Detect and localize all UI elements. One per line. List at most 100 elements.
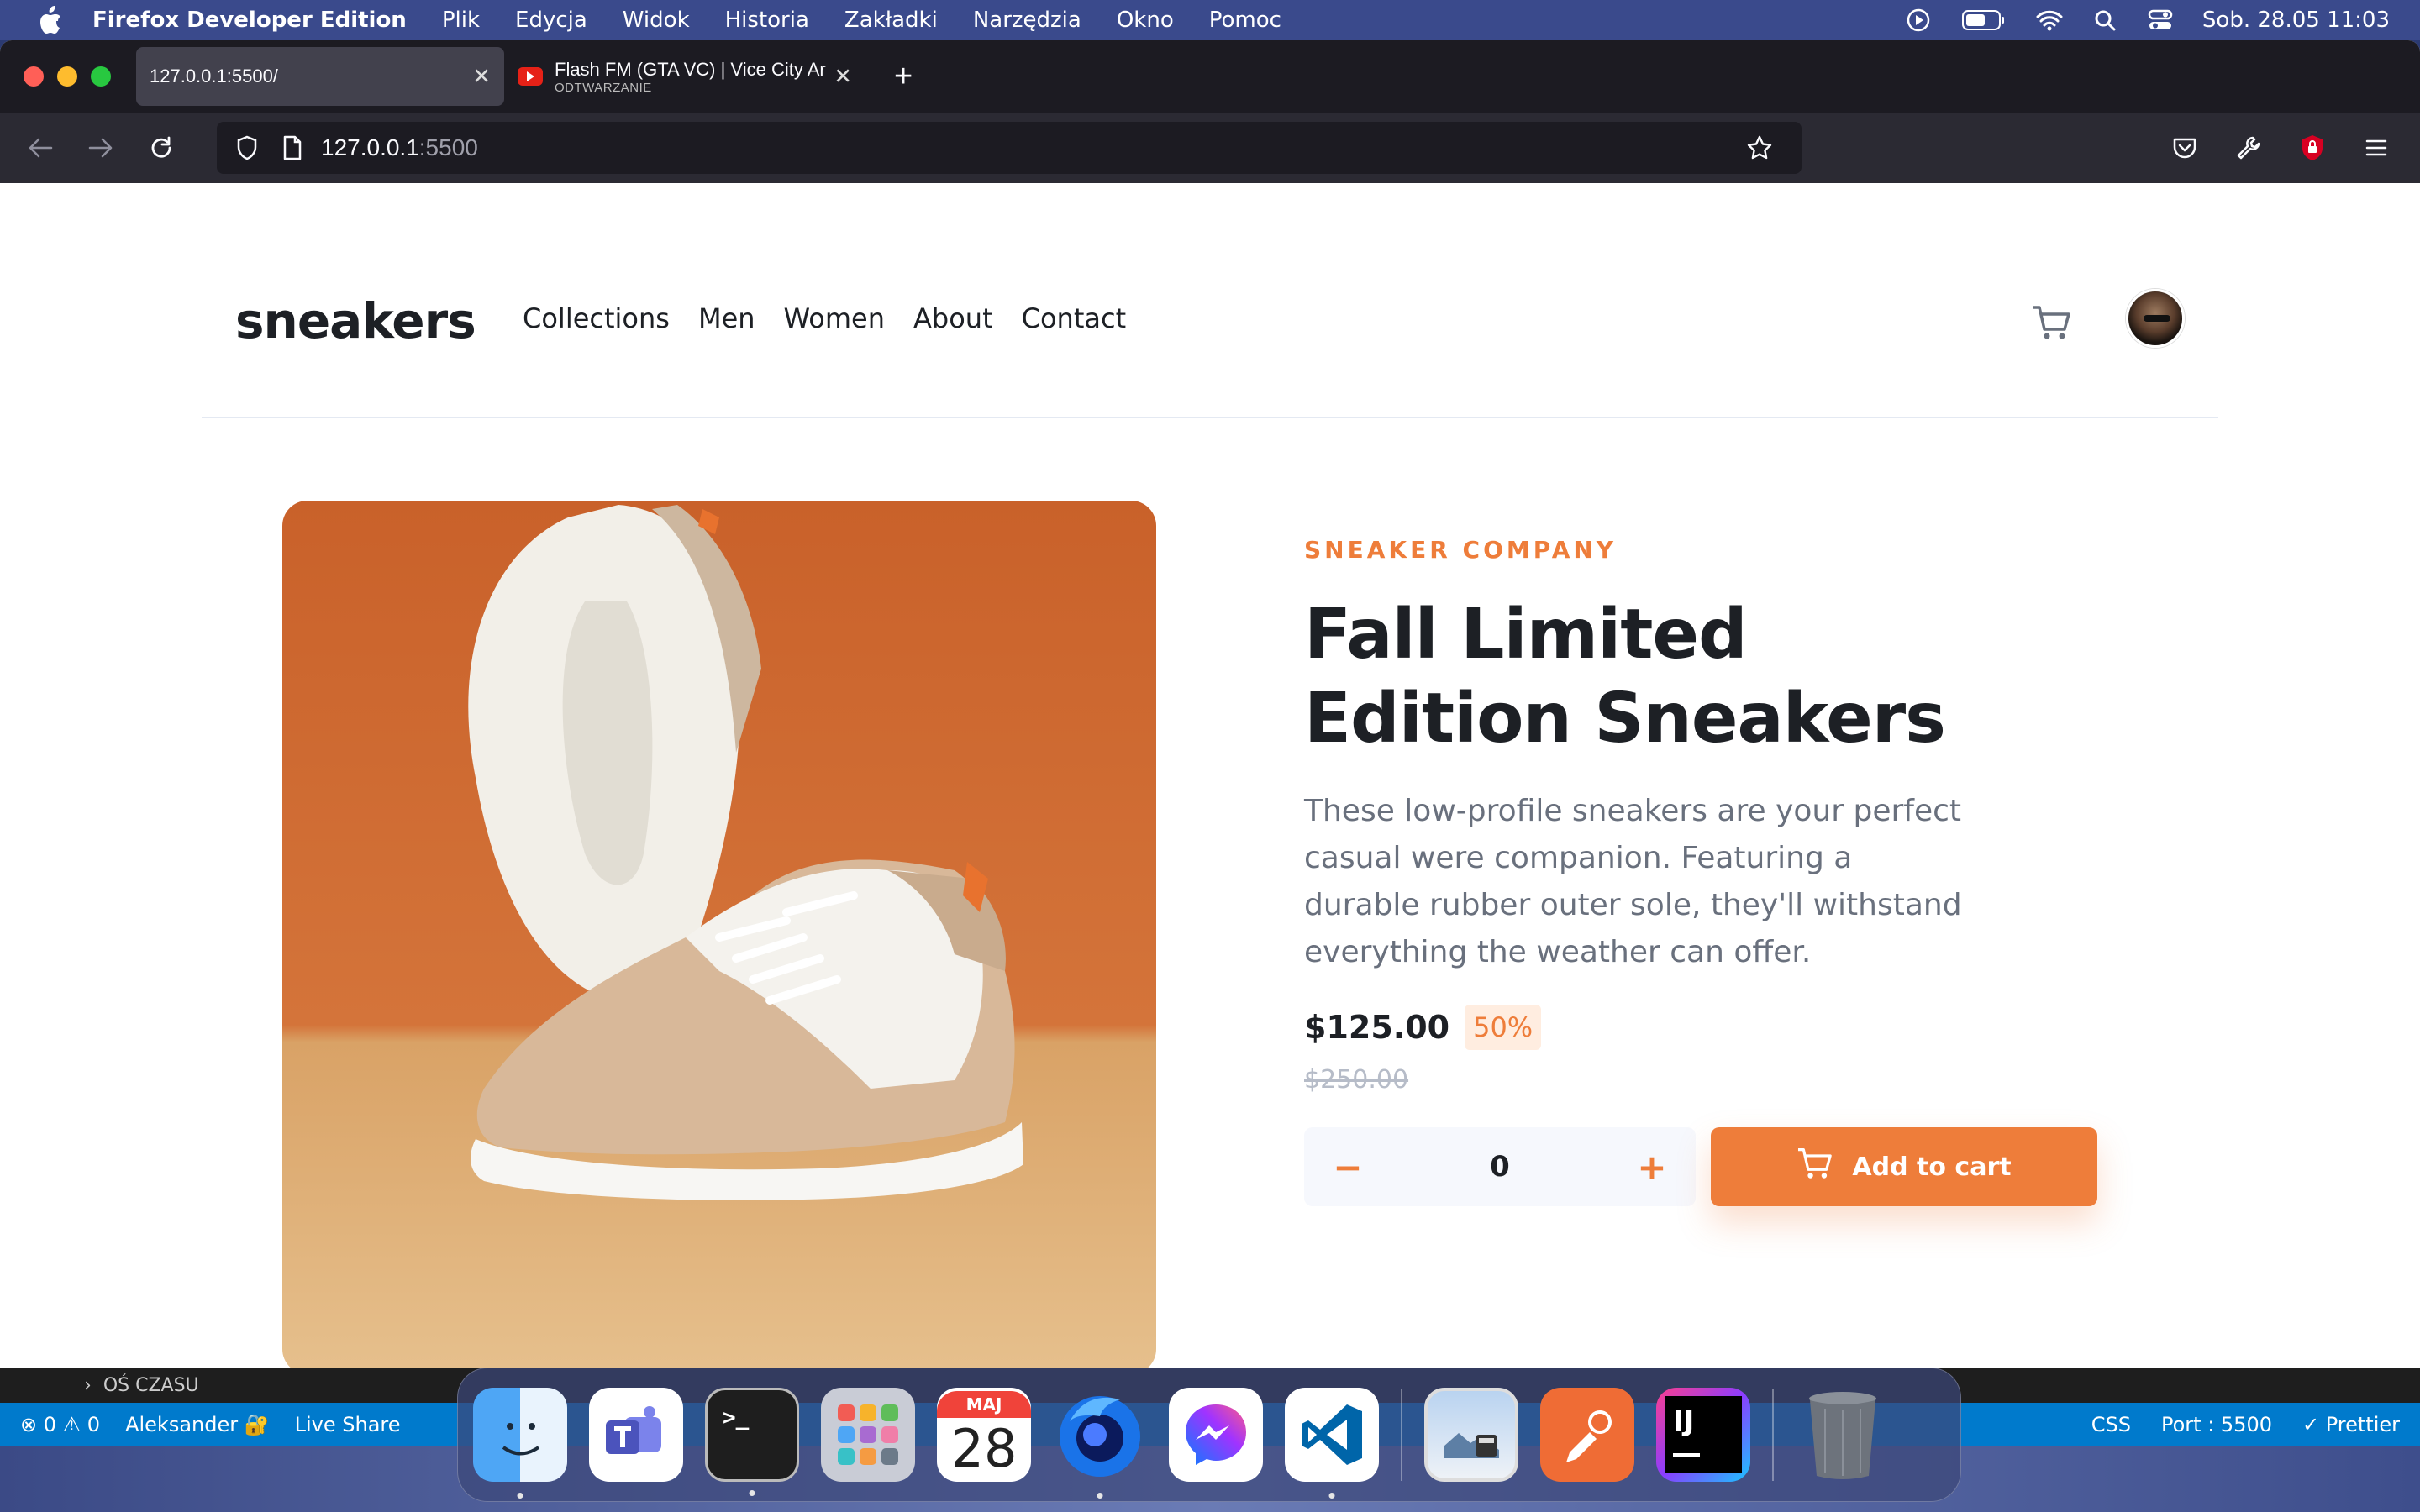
user-avatar[interactable] bbox=[2126, 289, 2185, 348]
product-title: Fall Limited Edition Sneakers bbox=[1304, 595, 1946, 759]
play-icon[interactable] bbox=[1905, 7, 1932, 34]
new-tab-button[interactable]: + bbox=[894, 59, 913, 95]
terminal-icon[interactable]: >_ bbox=[705, 1388, 799, 1496]
menu-edycja[interactable]: Edycja bbox=[515, 8, 587, 33]
postman-icon[interactable] bbox=[1540, 1388, 1634, 1482]
tab-title: Flash FM (GTA VC) | Vice City Ar bbox=[555, 58, 826, 80]
site-logo[interactable]: sneakers bbox=[235, 292, 476, 349]
minimize-window-button[interactable] bbox=[57, 66, 77, 87]
teams-icon[interactable] bbox=[589, 1388, 683, 1482]
url-bar[interactable]: 127.0.0.1:5500 bbox=[217, 122, 1802, 174]
terminal-prompt: >_ bbox=[723, 1405, 750, 1431]
devtools-wrench-icon[interactable] bbox=[2232, 131, 2265, 165]
menu-narzedzia[interactable]: Narzędzia bbox=[973, 8, 1081, 33]
close-tab-icon[interactable]: ✕ bbox=[834, 64, 852, 90]
navigation-toolbar: 127.0.0.1:5500 bbox=[0, 113, 2420, 183]
live-share-button[interactable]: Live Share bbox=[295, 1413, 401, 1436]
nav-collections[interactable]: Collections bbox=[523, 302, 670, 334]
live-server-port[interactable]: Port : 5500 bbox=[2161, 1413, 2272, 1436]
reload-button[interactable] bbox=[131, 123, 192, 173]
tab-subtitle: ODTWARZANIE bbox=[555, 80, 652, 95]
intellij-badge: IJ bbox=[1665, 1396, 1742, 1473]
finder-icon[interactable] bbox=[473, 1388, 567, 1499]
nav-men[interactable]: Men bbox=[698, 302, 755, 334]
launchpad-icon[interactable] bbox=[821, 1388, 915, 1482]
running-indicator bbox=[1328, 1493, 1335, 1499]
tab-youtube[interactable]: Flash FM (GTA VC) | Vice City Ar ODTWARZ… bbox=[504, 47, 865, 106]
apple-icon[interactable] bbox=[34, 3, 67, 37]
page-icon[interactable] bbox=[276, 131, 309, 165]
calendar-day: 28 bbox=[950, 1417, 1018, 1479]
prettier-status[interactable]: ✓ Prettier bbox=[2302, 1413, 2400, 1436]
company-label: SNEAKER COMPANY bbox=[1304, 536, 1618, 564]
chevron-right-icon: › bbox=[84, 1374, 92, 1396]
account-indicator[interactable]: Aleksander 🔐 bbox=[125, 1413, 270, 1436]
vscode-icon[interactable] bbox=[1285, 1388, 1379, 1499]
url-host: 127.0.0.1 bbox=[321, 134, 419, 160]
back-button[interactable] bbox=[10, 123, 71, 173]
spotlight-search-icon[interactable] bbox=[2091, 7, 2118, 34]
running-indicator bbox=[517, 1493, 523, 1499]
url-port: :5500 bbox=[418, 134, 478, 160]
product-image[interactable] bbox=[282, 501, 1156, 1368]
menu-okno[interactable]: Okno bbox=[1117, 8, 1174, 33]
decrease-quantity-button[interactable]: − bbox=[1331, 1147, 1365, 1188]
tab-title: 127.0.0.1:5500/ bbox=[150, 66, 278, 87]
nav-women[interactable]: Women bbox=[784, 302, 885, 334]
dock-separator bbox=[1401, 1389, 1402, 1481]
menu-datetime[interactable]: Sob. 28.05 11:03 bbox=[2202, 8, 2390, 33]
menu-app-name[interactable]: Firefox Developer Edition bbox=[92, 8, 407, 33]
nav-about[interactable]: About bbox=[913, 302, 993, 334]
youtube-icon bbox=[518, 67, 543, 86]
extension-lock-icon[interactable] bbox=[2296, 131, 2329, 165]
intellij-idea-icon[interactable]: IJ bbox=[1656, 1388, 1750, 1482]
timeline-label: OŚ CZASU bbox=[103, 1374, 199, 1396]
running-indicator bbox=[1097, 1493, 1103, 1499]
hamburger-menu-icon[interactable] bbox=[2360, 131, 2393, 165]
tab-localhost[interactable]: 127.0.0.1:5500/ ✕ bbox=[136, 47, 504, 106]
forward-button[interactable] bbox=[71, 123, 131, 173]
original-price: $250.00 bbox=[1304, 1065, 1409, 1095]
problems-indicator[interactable]: ⊗ 0 ⚠ 0 bbox=[20, 1413, 100, 1436]
tab-bar: 127.0.0.1:5500/ ✕ Flash FM (GTA VC) | Vi… bbox=[0, 40, 2420, 113]
wifi-icon[interactable] bbox=[2036, 7, 2063, 34]
shield-icon[interactable] bbox=[230, 131, 264, 165]
menu-historia[interactable]: Historia bbox=[725, 8, 809, 33]
discount-badge: 50% bbox=[1465, 1005, 1542, 1050]
battery-icon[interactable] bbox=[1960, 7, 2007, 34]
main-nav: Collections Men Women About Contact bbox=[523, 302, 1126, 334]
product-description: These low-profile sneakers are your perf… bbox=[1304, 794, 1962, 969]
firefox-developer-icon[interactable] bbox=[1053, 1388, 1147, 1499]
menu-plik[interactable]: Plik bbox=[442, 8, 480, 33]
control-center-icon[interactable] bbox=[2147, 7, 2174, 34]
menu-widok[interactable]: Widok bbox=[623, 8, 690, 33]
close-tab-icon[interactable]: ✕ bbox=[472, 64, 491, 90]
dock-separator bbox=[1772, 1389, 1774, 1481]
language-mode[interactable]: CSS bbox=[2091, 1413, 2131, 1436]
add-to-cart-label: Add to cart bbox=[1852, 1152, 2012, 1182]
quantity-value: 0 bbox=[1490, 1150, 1510, 1184]
increase-quantity-button[interactable]: + bbox=[1635, 1147, 1669, 1188]
calendar-month: MAJ bbox=[937, 1390, 1031, 1418]
firefox-window: 127.0.0.1:5500/ ✕ Flash FM (GTA VC) | Vi… bbox=[0, 40, 2420, 1368]
messenger-icon[interactable] bbox=[1169, 1388, 1263, 1482]
bookmark-star-icon[interactable] bbox=[1743, 131, 1776, 165]
cart-icon[interactable] bbox=[2032, 304, 2072, 341]
calendar-icon[interactable]: MAJ 28 bbox=[937, 1388, 1031, 1482]
menu-pomoc[interactable]: Pomoc bbox=[1209, 8, 1281, 33]
add-to-cart-button[interactable]: Add to cart bbox=[1711, 1127, 2097, 1206]
intellij-label: IJ bbox=[1673, 1404, 1695, 1438]
nav-contact[interactable]: Contact bbox=[1022, 302, 1127, 334]
web-page: sneakers Collections Men Women About Con… bbox=[0, 183, 2420, 1368]
menu-zakladki[interactable]: Zakładki bbox=[844, 8, 938, 33]
pocket-icon[interactable] bbox=[2168, 131, 2202, 165]
running-indicator bbox=[749, 1490, 755, 1496]
zoom-window-button[interactable] bbox=[91, 66, 111, 87]
price-row: $125.00 50% bbox=[1304, 1005, 1542, 1050]
cart-icon bbox=[1797, 1147, 1833, 1187]
window-controls bbox=[24, 66, 111, 87]
close-window-button[interactable] bbox=[24, 66, 44, 87]
preview-icon[interactable] bbox=[1424, 1388, 1518, 1482]
trash-icon[interactable] bbox=[1796, 1388, 1890, 1482]
macos-dock: >_ MAJ 28 IJ bbox=[457, 1368, 1961, 1502]
